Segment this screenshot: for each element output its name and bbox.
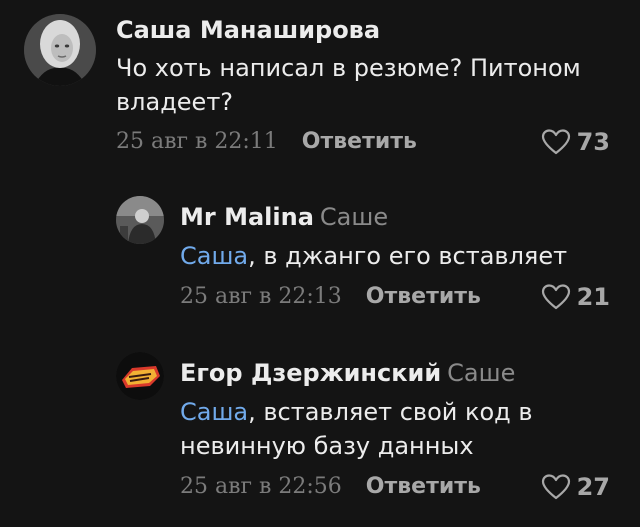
comment-meta: 25 авг в 22:13 Ответить [180,284,481,310]
comment-text-line: Саша, вставляет свой код в [180,395,620,429]
timestamp[interactable]: 25 авг в 22:11 [116,129,278,154]
comment-text-line: владеет? [116,88,234,116]
author-name[interactable]: Егор Дзержинский [180,359,441,387]
comment-text-line: невинную базу данных [180,432,474,460]
heart-icon [541,129,570,155]
comment-item: Саша Манаширова Чо хоть написал в резюме… [0,0,640,170]
author-name[interactable]: Саша Манаширова [116,16,380,44]
reply-button[interactable]: Ответить [302,129,417,154]
author-line: Саша Манаширова [116,16,380,44]
reply-to-name[interactable]: Саше [320,203,388,231]
author-name[interactable]: Mr Malina [180,203,314,231]
timestamp[interactable]: 25 авг в 22:56 [180,474,342,499]
user-avatar[interactable] [24,14,96,86]
user-avatar[interactable] [116,352,164,400]
mention-separator: , [248,398,264,426]
comment-text: Саша, вставляет свой код в невинную базу… [180,395,620,463]
like-button[interactable]: 73 [541,128,610,156]
like-button[interactable]: 27 [541,473,610,501]
author-line: Mr Malina Саше [180,203,388,231]
reply-button[interactable]: Ответить [366,284,481,309]
comment-text-line-content: вставляет свой код в [263,398,533,426]
like-count: 27 [576,473,610,501]
comment-meta: 25 авг в 22:11 Ответить [116,129,417,155]
comment-text-line: Чо хоть написал в резюме? Питоном [116,54,581,82]
heart-icon [541,474,570,500]
like-count: 73 [576,128,610,156]
like-count: 21 [576,283,610,311]
reply-button[interactable]: Ответить [366,474,481,499]
reply-to-name[interactable]: Саше [447,359,515,387]
comment-text: Чо хоть написал в резюме? Питоном владее… [116,51,616,119]
comment-reply-item: Егор Дзержинский Саше Саша, вставляет сво… [0,340,640,527]
timestamp[interactable]: 25 авг в 22:13 [180,284,342,309]
comment-meta: 25 авг в 22:56 Ответить [180,474,481,500]
comment-text-line: Саша, в джанго его вставляет [180,239,620,273]
user-avatar[interactable] [116,196,164,244]
heart-icon [541,284,570,310]
comment-reply-item: Mr Malina Саше Саша, в джанго его вставля… [0,180,640,330]
mention-link[interactable]: Саша [180,242,248,270]
like-button[interactable]: 21 [541,283,610,311]
mention-separator: , [248,242,264,270]
mention-link[interactable]: Саша [180,398,248,426]
author-line: Егор Дзержинский Саше [180,359,515,387]
comment-text-line-content: в джанго его вставляет [263,242,568,270]
comment-text: Саша, в джанго его вставляет [180,239,620,273]
